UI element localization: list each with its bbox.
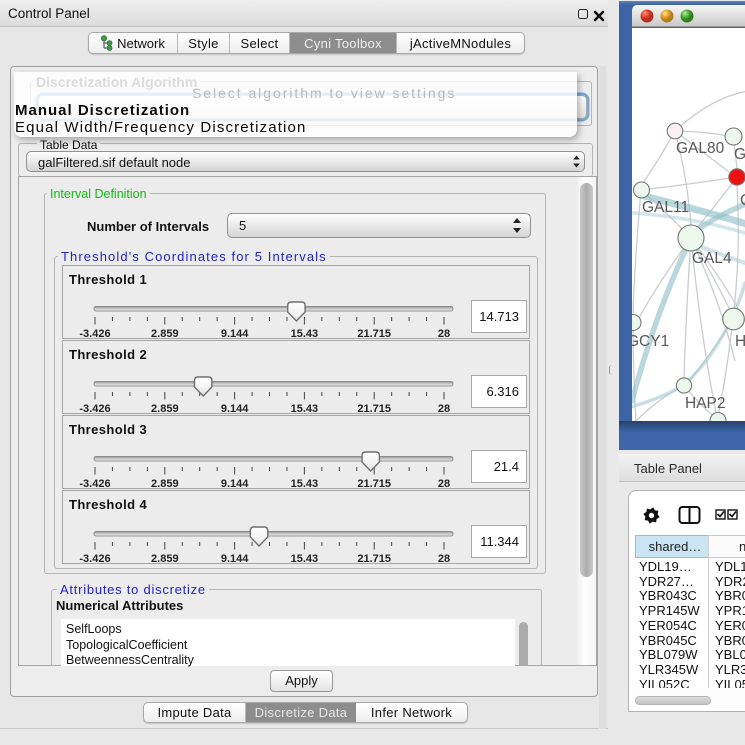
svg-text:GA: GA [734, 146, 745, 163]
svg-text:GAL80: GAL80 [676, 140, 725, 157]
svg-text:9.144: 9.144 [221, 403, 249, 413]
svg-text:9.144: 9.144 [221, 553, 249, 563]
svg-text:-3.426: -3.426 [79, 478, 110, 488]
svg-text:15.43: 15.43 [291, 403, 319, 413]
svg-text:28: 28 [438, 403, 450, 413]
svg-text:15.43: 15.43 [291, 328, 319, 338]
svg-text:GAL11: GAL11 [642, 199, 689, 216]
svg-text:21.715: 21.715 [357, 553, 391, 563]
svg-text:-3.426: -3.426 [79, 553, 110, 563]
svg-text:HA: HA [735, 333, 745, 350]
svg-text:C: C [740, 192, 745, 209]
svg-text:2.859: 2.859 [151, 403, 179, 413]
svg-text:2.859: 2.859 [151, 328, 179, 338]
svg-text:9.144: 9.144 [221, 328, 249, 338]
svg-text:28: 28 [438, 328, 450, 338]
svg-text:2.859: 2.859 [151, 478, 179, 488]
svg-text:2.859: 2.859 [151, 553, 179, 563]
svg-text:21.715: 21.715 [357, 478, 391, 488]
svg-text:28: 28 [438, 478, 450, 488]
svg-text:28: 28 [438, 553, 450, 563]
svg-text:21.715: 21.715 [357, 403, 391, 413]
svg-text:GCY1: GCY1 [632, 333, 669, 350]
svg-text:15.43: 15.43 [291, 478, 319, 488]
svg-text:HAP2: HAP2 [685, 395, 726, 412]
svg-text:-3.426: -3.426 [79, 328, 110, 338]
svg-text:9.144: 9.144 [221, 478, 249, 488]
svg-text:15.43: 15.43 [291, 553, 319, 563]
svg-text:GAL4: GAL4 [692, 250, 732, 267]
svg-text:-3.426: -3.426 [79, 403, 110, 413]
svg-text:21.715: 21.715 [357, 328, 391, 338]
